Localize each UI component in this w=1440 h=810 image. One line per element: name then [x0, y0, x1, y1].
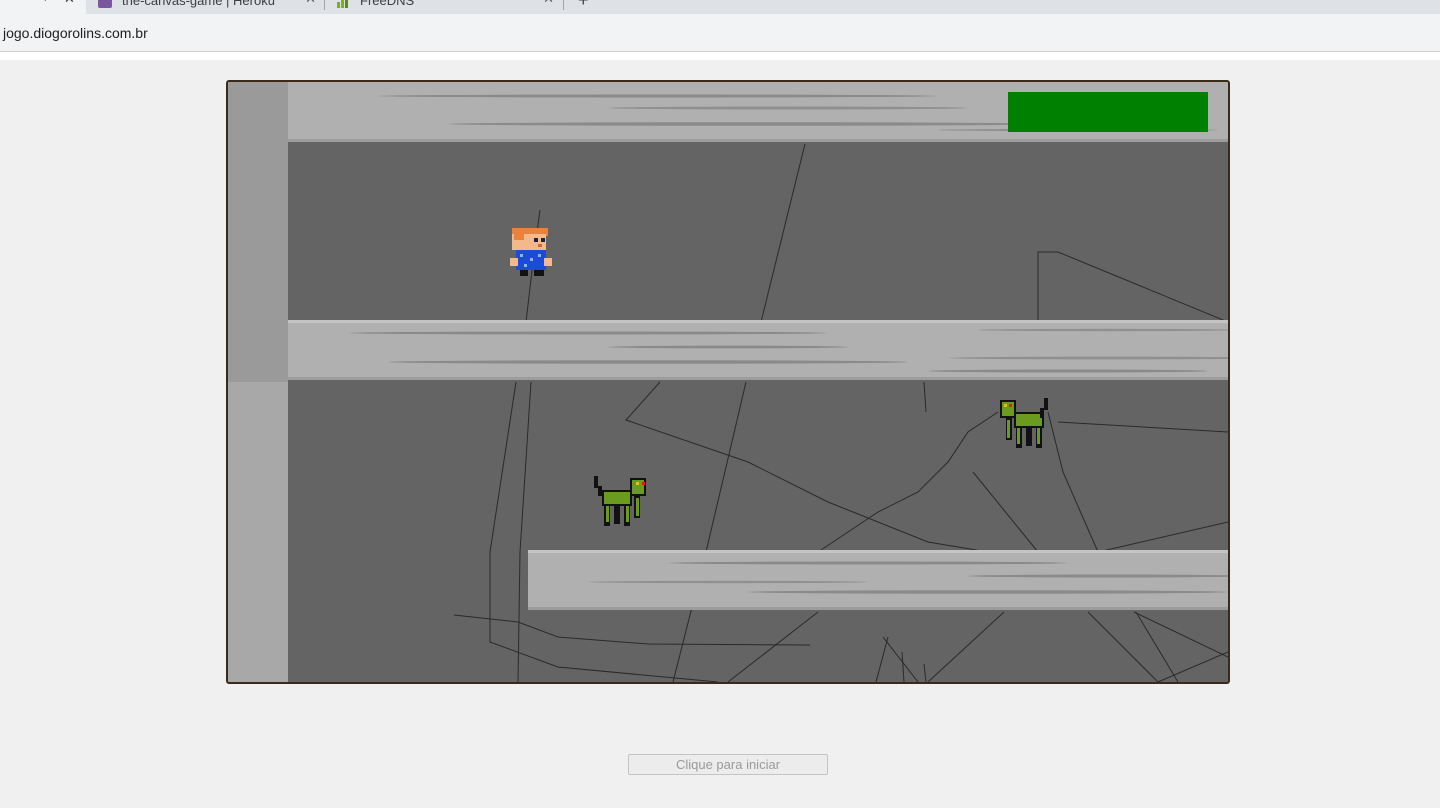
- tab-active[interactable]: ◂ ✕: [0, 0, 86, 14]
- page-top-divider: [0, 52, 1440, 60]
- game-scene: [228, 82, 1228, 682]
- close-icon[interactable]: ✕: [305, 0, 316, 7]
- start-game-button[interactable]: Clique para iniciar: [628, 754, 828, 775]
- bar-chart-icon: [336, 0, 350, 8]
- tab-separator: [563, 0, 564, 10]
- player-sprite: [510, 228, 552, 276]
- close-icon[interactable]: ✕: [64, 0, 75, 7]
- audio-icon[interactable]: ◂: [40, 0, 46, 4]
- close-icon[interactable]: ✕: [543, 0, 554, 7]
- left-wall-shadow: [228, 82, 288, 382]
- game-canvas[interactable]: [226, 80, 1230, 684]
- tab-title: FreeDNS: [360, 0, 415, 8]
- tab-freedns[interactable]: FreeDNS ✕: [326, 0, 564, 14]
- platform-middle: [288, 320, 1228, 380]
- tab-heroku[interactable]: the-canvas-game | Heroku ✕: [88, 0, 326, 14]
- health-bar: [1008, 92, 1208, 132]
- tab-separator: [324, 0, 325, 10]
- platform-bottom: [528, 550, 1228, 610]
- address-bar[interactable]: jogo.diogorolins.com.br: [0, 14, 1440, 52]
- heroku-icon: [98, 0, 112, 8]
- tab-bar: ◂ ✕ the-canvas-game | Heroku ✕ FreeDNS ✕…: [0, 0, 1440, 14]
- url-text[interactable]: jogo.diogorolins.com.br: [3, 25, 148, 41]
- tab-title: the-canvas-game | Heroku: [122, 0, 275, 8]
- new-tab-icon[interactable]: +: [578, 0, 589, 11]
